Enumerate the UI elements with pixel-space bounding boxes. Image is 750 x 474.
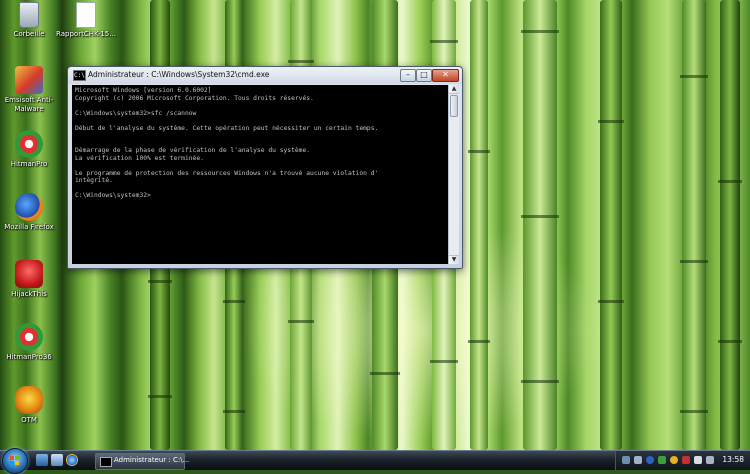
language-icon[interactable] [694,456,702,464]
cmd-window-icon: C:\ [73,70,86,81]
desktop-icon-label: HijackThis [11,290,47,298]
minimize-icon: – [406,70,410,79]
console-line: C:\Windows\system32>sfc /scannow [75,109,197,117]
switch-windows-icon[interactable] [51,454,63,466]
clock[interactable]: 13:58 [722,455,744,464]
close-button[interactable]: ✕ [432,69,459,82]
volume-icon[interactable] [634,456,642,464]
desktop-icon-label: HitmanPro [10,160,48,168]
cmd-window-icon [100,457,112,467]
maximize-icon: □ [420,70,428,79]
network-icon[interactable] [622,456,630,464]
console-output[interactable]: Microsoft Windows [version 6.0.6002] Cop… [72,85,448,264]
taskbar: Administrateur : C:\... 13:58 [0,448,750,474]
internet-explorer-icon[interactable] [66,454,78,466]
close-icon: ✕ [442,70,449,79]
desktop-icon-otm[interactable]: OTM [0,386,61,425]
firefox-icon [15,193,43,221]
document-icon [76,2,96,28]
start-button[interactable] [2,448,28,474]
system-tray: 13:58 [615,451,750,470]
desktop-icon-label: Emsisoft Anti-Malware [4,96,54,113]
antivirus-icon[interactable] [658,456,666,464]
bamboo-stalk [718,0,742,450]
windows-logo-icon [10,456,20,466]
desktop-icon-label: Mozilla Firefox [4,223,54,231]
speaker-icon[interactable] [706,456,714,464]
desktop-icon-emsisoft[interactable]: Emsisoft Anti-Malware [0,66,61,114]
scroll-thumb[interactable] [450,95,458,117]
console-line: Démarrage de la phase de vérification de… [75,147,311,154]
hitmanpro-icon [15,323,43,351]
scroll-down-icon[interactable]: ▼ [449,255,459,264]
taskbar-button-cmd[interactable]: Administrateur : C:\... [95,453,189,470]
desktop-icon-label: OTM [21,416,37,424]
show-desktop-icon[interactable] [36,454,48,466]
console-line: Microsoft Windows [version 6.0.6002] [75,87,212,94]
recycle-bin-icon [19,2,39,28]
hitmanpro-icon [15,130,43,158]
vertical-scrollbar[interactable]: ▲ ▼ [448,85,459,264]
console-line: intégrité. [75,177,113,184]
console-line: Le programme de protection des ressource… [75,169,379,177]
bluetooth-icon[interactable] [646,456,654,464]
desktop-icon-recycle-bin[interactable]: Corbeille [0,2,61,39]
desktop-icon-hitmanpro36[interactable]: HitmanPro36 [0,323,61,362]
desktop-icon-hijackthis[interactable]: HijackThis [0,260,61,299]
update-icon[interactable] [670,456,678,464]
minimize-button[interactable]: – [400,69,416,82]
desktop-icon-label: Corbeille [13,30,45,38]
emsisoft-icon [15,66,43,94]
security-icon[interactable] [682,456,690,464]
console-line: La vérification 100% est terminée. [75,154,204,162]
desktop-icon-hitmanpro[interactable]: HitmanPro [0,130,61,169]
bamboo-stalk [680,0,708,450]
cmd-window[interactable]: C:\ Administrateur : C:\Windows\System32… [67,66,463,269]
scroll-up-icon[interactable]: ▲ [449,85,459,94]
hijackthis-icon [15,260,43,288]
desktop-icon-label: RapportCHK-15... [56,30,116,38]
maximize-button[interactable]: □ [416,69,432,82]
desktop-icon-firefox[interactable]: Mozilla Firefox [0,193,61,232]
console-line: Copyright (c) 2006 Microsoft Corporation… [75,94,314,102]
window-title: Administrateur : C:\Windows\System32\cmd… [88,70,270,79]
desktop-icon-rapportchk[interactable]: RapportCHK-15... [54,2,118,39]
bamboo-stalk [468,0,490,450]
bamboo-stalk [598,0,624,450]
console-line: C:\Windows\system32> [75,192,151,199]
otm-icon [15,386,43,414]
bamboo-stalk [521,0,559,450]
console-line: Début de l'analyse du système. Cette opé… [75,124,379,132]
taskbar-button-label: Administrateur : C:\... [114,456,190,464]
cmd-titlebar[interactable]: C:\ Administrateur : C:\Windows\System32… [68,67,462,84]
desktop-icon-label: HitmanPro36 [6,353,52,361]
